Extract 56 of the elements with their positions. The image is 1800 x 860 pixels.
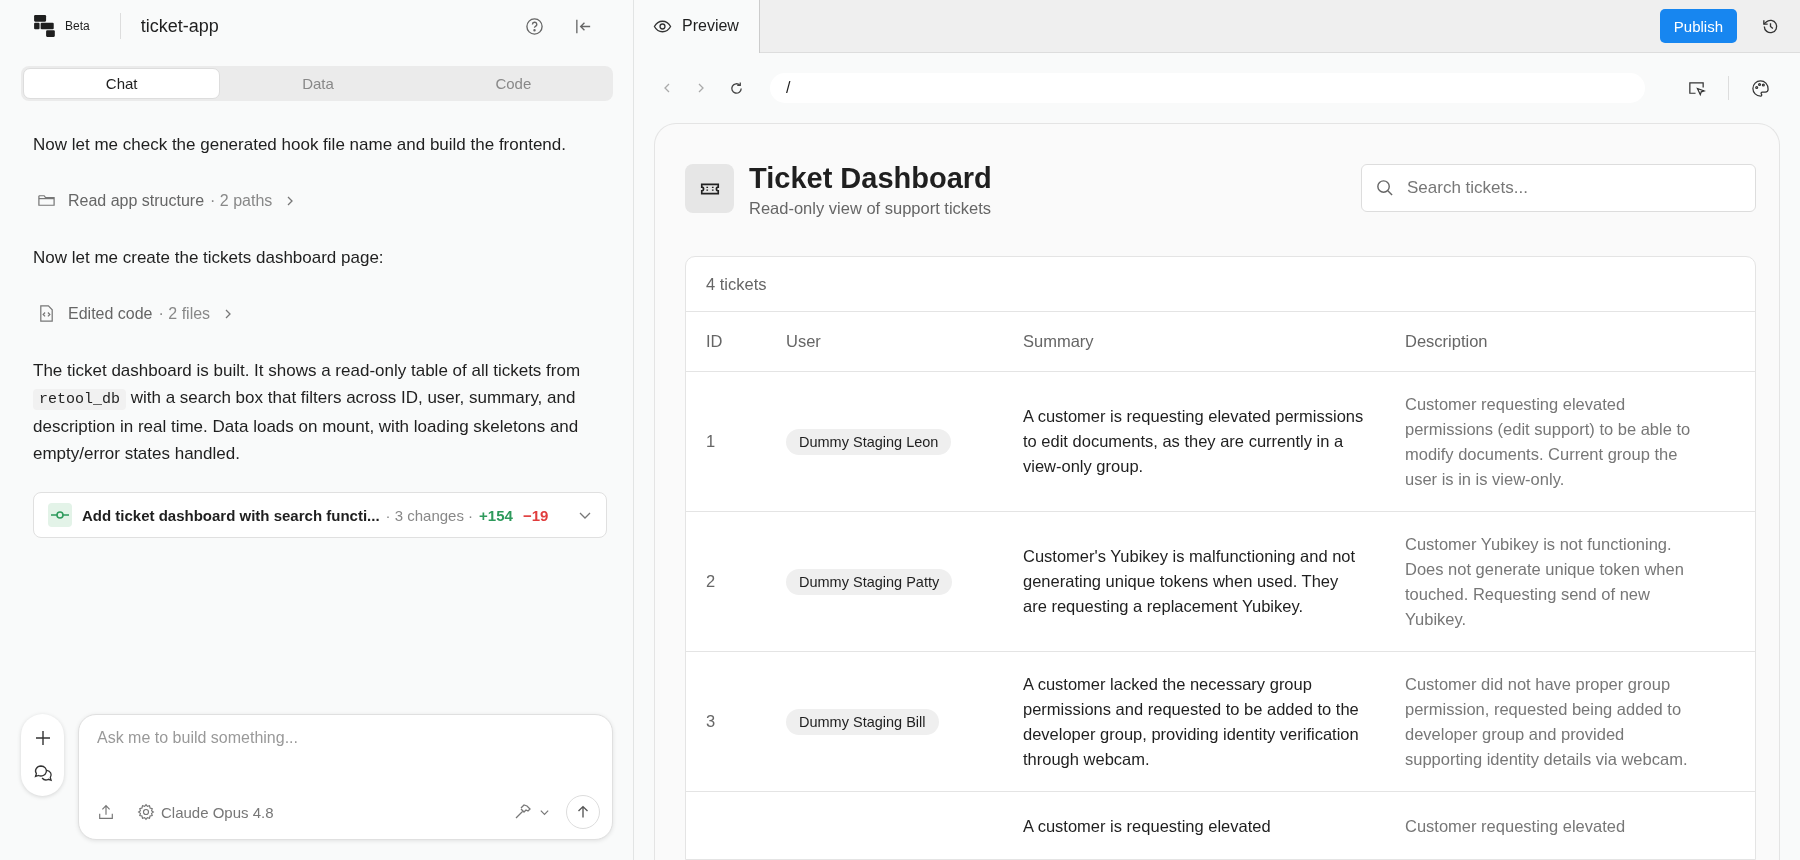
send-button[interactable]	[566, 795, 600, 829]
commit-icon	[48, 503, 72, 527]
project-name: ticket-app	[140, 15, 219, 37]
tool-step-count: · 2 paths	[210, 191, 273, 210]
description-cell-text: Customer Yubikey is not functioning. Does not generate unique token when touched. Requesting send of new Yubikey.	[1405, 533, 1685, 630]
tool-step-label[interactable]: Read app structure	[68, 191, 205, 210]
lines-added: +154	[479, 506, 513, 524]
chat-message: Now let me create the tickets dashboard page:	[33, 247, 385, 269]
user-tag: Dummy Staging Leon	[786, 428, 952, 455]
logo-icon	[33, 14, 57, 38]
upload-icon[interactable]	[97, 803, 115, 821]
chat-message: Now let me check the generated hook file name and build the frontend.	[33, 134, 567, 156]
column-header: Summary	[1023, 332, 1095, 351]
search-field[interactable]: Search tickets...	[1361, 164, 1756, 212]
column-header: Description	[1405, 332, 1489, 351]
ticket-icon	[685, 164, 734, 213]
panel-tab[interactable]: Data	[220, 68, 416, 99]
commit-meta: · 3 changes ·	[385, 506, 474, 524]
description-cell-text: Customer requesting elevated permissions (edit support) to be able to modify documents. Current group the user is in is view-only.	[1405, 393, 1692, 490]
description-cell-text: Customer requesting elevated	[1405, 816, 1627, 837]
panel-tab[interactable]: Code	[415, 68, 611, 99]
dashboard-title: Ticket Dashboard	[749, 162, 992, 195]
publish-button[interactable]: Publish	[1659, 9, 1737, 43]
lines-removed: −19	[522, 506, 549, 524]
ticket-id: 2	[706, 572, 717, 591]
chat-input-box[interactable]: Ask me to build something... Claude Opus 4.8	[78, 714, 613, 840]
chat-bubbles-icon[interactable]	[32, 762, 53, 783]
dashboard-subtitle: Read-only view of support tickets	[749, 199, 992, 218]
ticket-count: 4 tickets	[686, 257, 1755, 312]
model-selector[interactable]: Claude Opus 4.8	[161, 803, 274, 821]
description-cell-text: Customer did not have proper group permission, requested being added to developer group and provided supporting identity details via webcam.	[1405, 673, 1689, 770]
summary-cell-text: Customer's Yubikey is malfunctioning and not generating unique tokens when used. They are requesting a replacement Yubikey.	[1023, 546, 1357, 617]
user-tag: Dummy Staging Bill	[786, 708, 939, 735]
summary-cell-text: A customer lacked the necessary group permissions and requested to be added to the developer group, providing identity verification through webcam.	[1023, 673, 1360, 770]
column-header: ID	[706, 332, 724, 351]
tool-step-label[interactable]: Edited code	[68, 304, 153, 323]
ticket-id: 1	[706, 432, 717, 451]
preview-tab[interactable]: Preview	[634, 0, 760, 53]
summary-cell-text: A customer is requesting elevated permissions to edit documents, as they are currently in a view-only group.	[1023, 406, 1365, 477]
user-tag: Dummy Staging Patty	[786, 568, 953, 595]
settings-icon[interactable]	[137, 803, 155, 821]
palette-icon[interactable]	[1751, 78, 1770, 98]
beta-label: Beta	[65, 19, 90, 33]
panel-tab[interactable]: Chat	[23, 68, 221, 99]
tool-step-count: · 2 files	[158, 304, 211, 323]
url-field[interactable]: /	[770, 73, 1645, 103]
ticket-id: 3	[706, 712, 717, 731]
column-header: User	[786, 332, 822, 351]
help-icon[interactable]	[525, 16, 544, 36]
summary-cell-text: A customer is requesting elevated	[1023, 816, 1272, 837]
commit-card[interactable]: Add ticket dashboard with search functi... · 3 changes · +154 −19	[33, 492, 607, 538]
search-icon	[1375, 178, 1394, 197]
reload-icon[interactable]	[729, 80, 744, 96]
code-file-icon	[37, 304, 56, 323]
chat-message: The ticket dashboard is built. It shows a read-only table of all tickets from retool_db with a search box that filters across ID, user, summary, and description in real time. Data loads on mount, with loading skeletons and empty/error states handled.	[33, 360, 582, 465]
commit-title: Add ticket dashboard with search functi...	[82, 506, 380, 524]
